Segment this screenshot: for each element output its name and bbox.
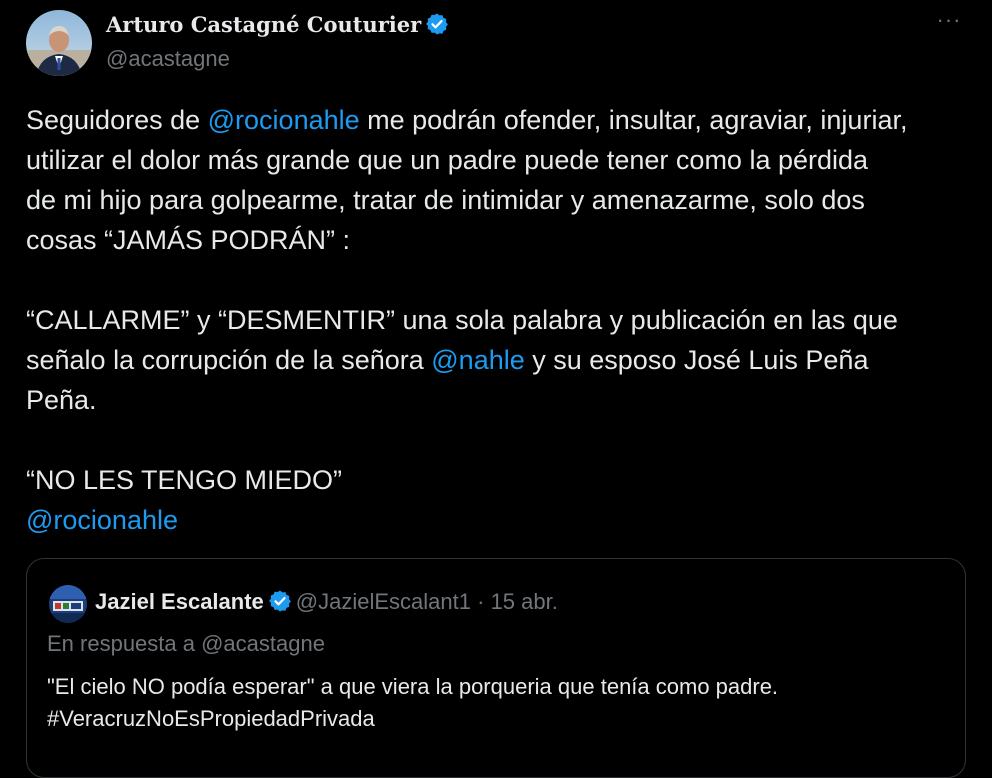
verified-badge-icon[interactable] [425,12,449,36]
text-line: señalo la corrupción de la señora @nahle… [26,340,971,380]
text-line: utilizar el dolor más grande que un padr… [26,145,869,175]
quoted-tweet-text: "El cielo NO podía esperar" a que viera … [47,671,778,735]
quoted-tweet-header: Jaziel Escalante @JazielEscalant1 · 15 ab… [95,589,558,615]
text-segment: me podrán ofender, insultar, agraviar, i… [359,105,908,135]
more-horizontal-icon[interactable]: ··· [934,9,964,34]
quoted-tweet-card[interactable]: Jaziel Escalante @JazielEscalant1 · 15 ab… [26,558,966,778]
mention-link[interactable]: @rocionahle [26,505,178,535]
quoted-author-name[interactable]: Jaziel Escalante [95,589,264,614]
author-handle[interactable]: @acastagne [106,46,230,72]
text-line: Peña. [26,385,97,415]
text-segment: y su esposo José Luis Peña [524,345,869,375]
text-line: “NO LES TENGO MIEDO” [26,465,343,495]
mention-link[interactable]: @rocionahle [208,105,360,135]
author-name-text[interactable]: Arturo Castagné Couturier [106,12,421,37]
tweet-header: Arturo Castagné Couturier @acastagne ··· [26,9,976,80]
text-segment: señalo la corrupción de la señora [26,345,432,375]
quoted-text-line[interactable]: #VeracruzNoEsPropiedadPrivada [47,703,778,735]
text-line: Seguidores de @rocionahle me podrán ofen… [26,100,971,140]
author-avatar[interactable] [26,10,92,76]
text-line: @rocionahle [26,500,971,540]
quoted-author-handle[interactable]: @JazielEscalant1 [296,589,471,614]
quoted-tweet-date[interactable]: 15 abr. [491,589,558,614]
text-line: de mi hijo para golpearme, tratar de int… [26,185,865,215]
author-display-name[interactable]: Arturo Castagné Couturier [106,12,449,37]
reply-context: En respuesta a @acastagne [47,631,325,656]
text-segment: Seguidores de [26,105,208,135]
quoted-text-line: "El cielo NO podía esperar" a que viera … [47,674,779,699]
text-line: “CALLARME” y “DESMENTIR” una sola palabr… [26,305,898,335]
tweet-text: Seguidores de @rocionahle me podrán ofen… [26,100,971,540]
verified-badge-icon[interactable] [268,589,292,613]
text-line: cosas “JAMÁS PODRÁN” : [26,225,351,255]
mention-link[interactable]: @nahle [431,345,524,375]
quoted-author-avatar[interactable] [49,585,87,623]
